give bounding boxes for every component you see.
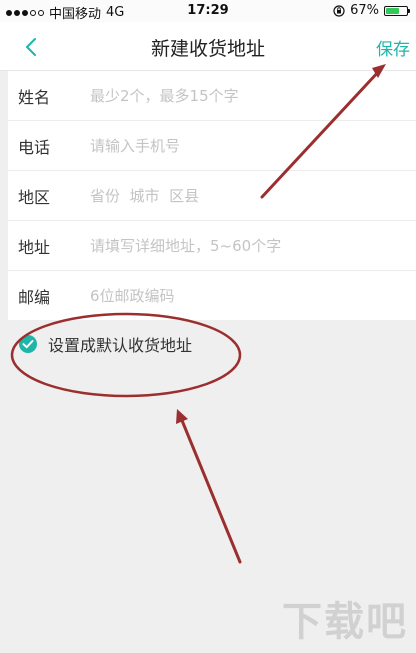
name-input[interactable] bbox=[90, 86, 416, 105]
status-right: 67% bbox=[333, 3, 410, 18]
status-bar: 中国移动 4G 17:29 67% bbox=[0, 0, 416, 22]
save-button[interactable]: 保存 bbox=[376, 35, 410, 60]
default-address-checkbox[interactable]: 设置成默认收货地址 bbox=[18, 332, 192, 356]
battery-percent: 67% bbox=[350, 3, 379, 18]
postcode-row: 邮编 bbox=[8, 271, 416, 320]
watermark-logo: 下载吧 bbox=[282, 599, 408, 645]
postcode-input[interactable] bbox=[90, 286, 416, 305]
address-input[interactable] bbox=[90, 236, 416, 255]
address-form: 姓名 电话 地区 地址 邮编 bbox=[8, 71, 416, 320]
annotation-arrow-line bbox=[179, 416, 242, 564]
annotation-arrowhead bbox=[176, 409, 188, 424]
address-row: 地址 bbox=[8, 221, 416, 271]
region-row: 地区 bbox=[8, 171, 416, 221]
name-label: 姓名 bbox=[18, 87, 51, 107]
check-circle-icon bbox=[19, 335, 37, 353]
nav-bar: 新建收货地址 保存 bbox=[0, 22, 416, 71]
phone-label: 电话 bbox=[18, 137, 51, 157]
page-title: 新建收货地址 bbox=[150, 38, 265, 60]
rotation-lock-icon bbox=[333, 4, 345, 17]
phone-row: 电话 bbox=[8, 121, 416, 171]
default-address-label: 设置成默认收货地址 bbox=[48, 336, 193, 355]
region-picker[interactable] bbox=[90, 186, 416, 205]
battery-icon bbox=[384, 5, 410, 16]
name-row: 姓名 bbox=[8, 71, 416, 121]
battery-fill bbox=[386, 7, 400, 14]
address-label: 地址 bbox=[18, 237, 51, 257]
region-label: 地区 bbox=[18, 187, 51, 207]
postcode-label: 邮编 bbox=[18, 287, 51, 307]
phone-input[interactable] bbox=[90, 136, 416, 155]
